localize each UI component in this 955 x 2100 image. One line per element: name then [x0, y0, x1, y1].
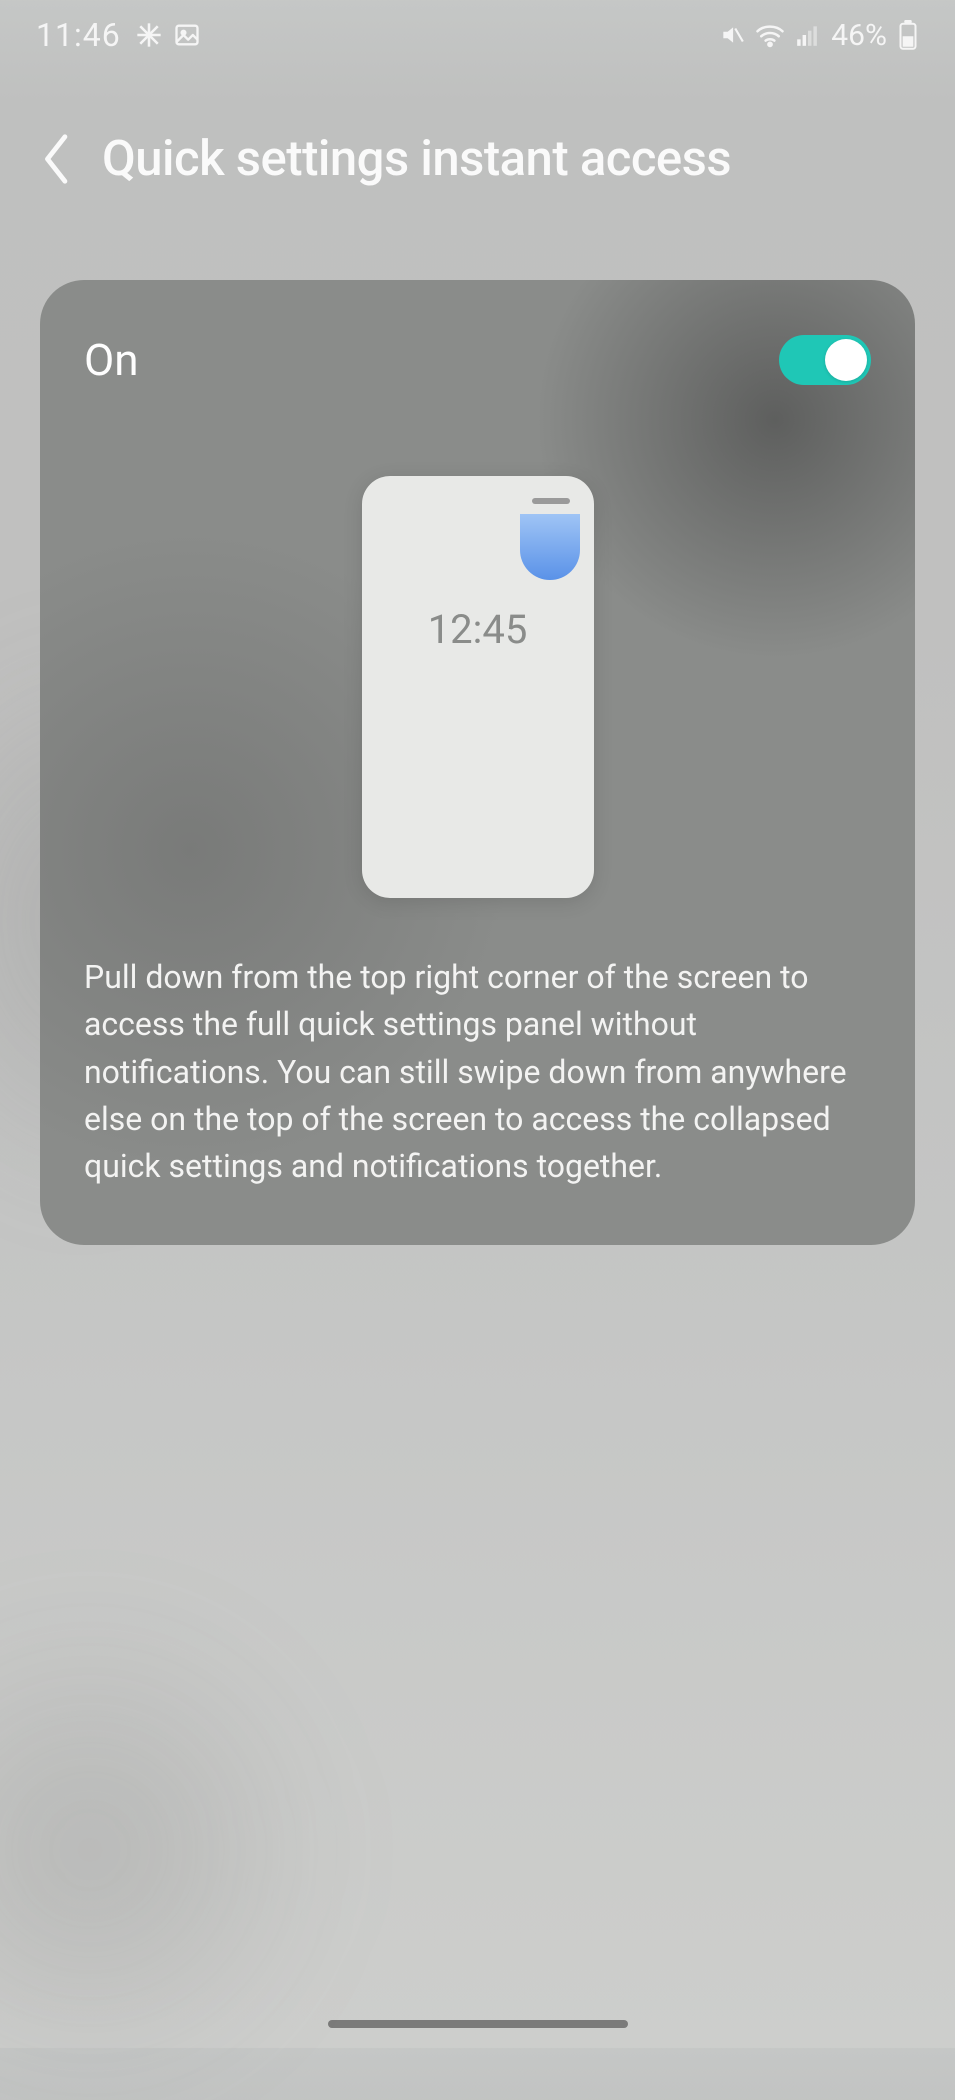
toggle-knob [825, 339, 867, 381]
wifi-icon [755, 22, 785, 48]
toggle-row: On [84, 334, 871, 386]
page-title: Quick settings instant access [102, 130, 731, 187]
toggle-label: On [84, 334, 139, 386]
phone-shape: 12:45 [362, 476, 594, 898]
slack-icon [135, 21, 163, 49]
mute-vibrate-icon [719, 22, 745, 48]
instant-access-toggle[interactable] [779, 335, 871, 385]
status-bar-left: 11:46 [36, 16, 201, 54]
phone-pull-indicator [520, 514, 580, 580]
status-icons-left [135, 21, 201, 49]
battery-percent: 46% [831, 18, 887, 53]
status-bar: 11:46 [0, 0, 955, 70]
signal-icon [795, 22, 821, 48]
phone-illustration-time: 12:45 [362, 606, 594, 653]
battery-icon [897, 20, 919, 50]
phone-top-bar [532, 498, 570, 504]
settings-card: On 12:45 Pull down from the top right co… [40, 280, 915, 1245]
feature-description: Pull down from the top right corner of t… [84, 954, 871, 1191]
status-bar-right: 46% [719, 18, 919, 53]
gallery-icon [173, 21, 201, 49]
phone-illustration: 12:45 [84, 476, 871, 898]
page-header: Quick settings instant access [0, 130, 955, 187]
gesture-nav-handle[interactable] [328, 2020, 628, 2028]
status-time: 11:46 [36, 16, 121, 54]
back-icon[interactable] [40, 132, 74, 186]
